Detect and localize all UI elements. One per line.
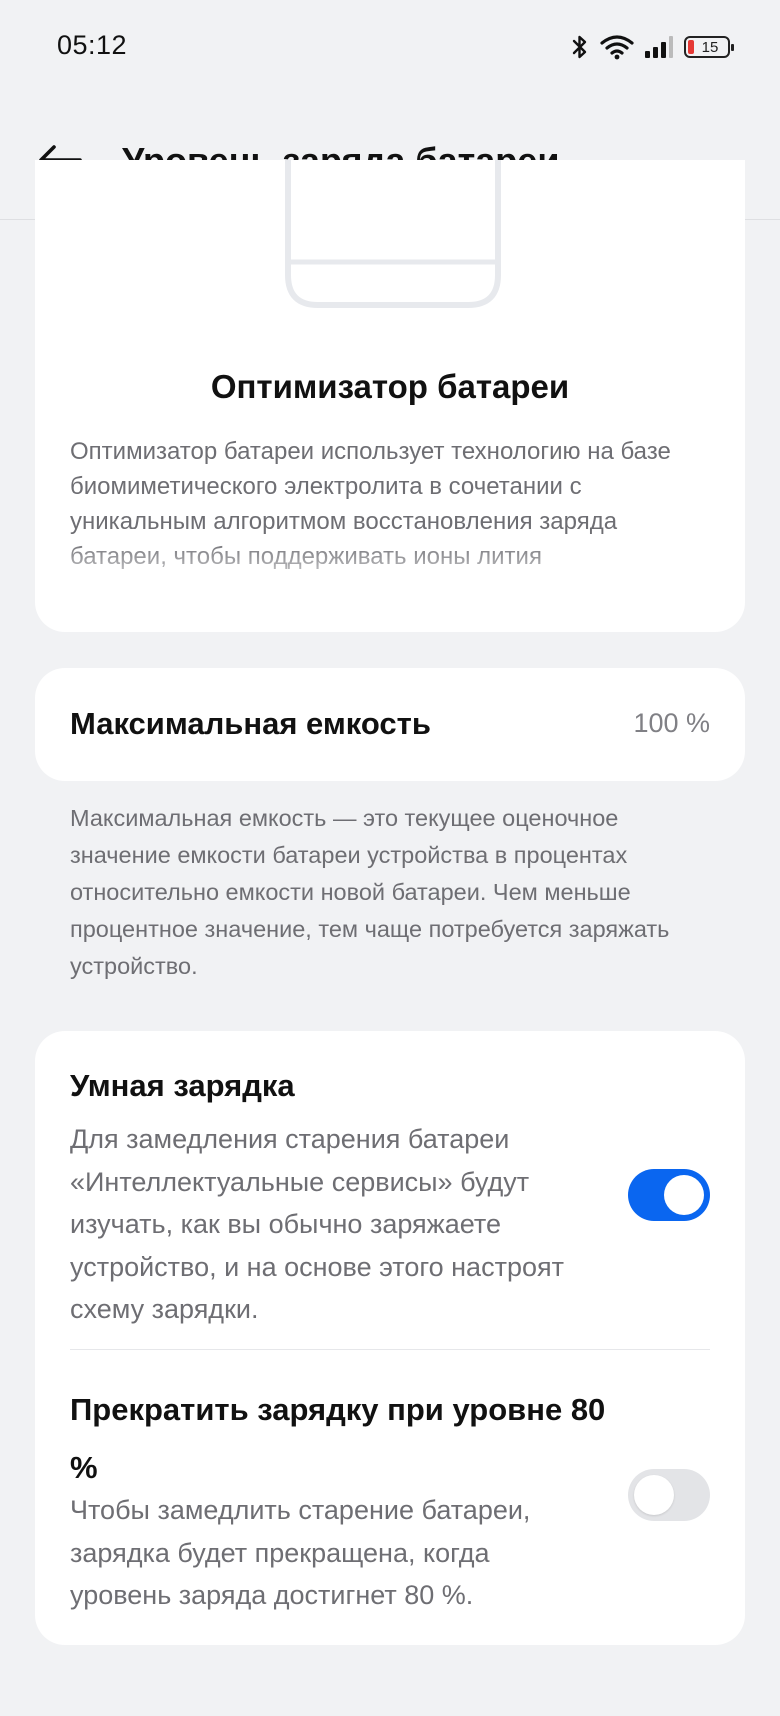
- fade-overlay: [35, 540, 745, 590]
- status-icons: 15: [570, 30, 734, 64]
- bluetooth-icon: [572, 35, 587, 59]
- signal-icon: [645, 36, 673, 58]
- smart-charging-description: Для замедления старения батареи «Интелле…: [70, 1124, 564, 1324]
- toggle-knob: [664, 1175, 704, 1215]
- battery-fill: [688, 40, 694, 54]
- optimizer-card: Оптимизатор батареи Оптимизатор батареи …: [35, 160, 745, 632]
- optimizer-title: Оптимизатор батареи: [210, 368, 570, 405]
- max-capacity-label: Максимальная емкость: [70, 706, 431, 741]
- phone-illustration: [285, 160, 501, 308]
- battery-level: 15: [701, 38, 719, 56]
- stop-charging-title: Прекратить зарядку при уровне 80 %: [70, 1392, 606, 1485]
- stop-charging-description: Чтобы замедлить старение батареи, зарядк…: [70, 1495, 531, 1610]
- smart-charging-title: Умная зарядка: [70, 1068, 295, 1103]
- wifi-icon: [600, 35, 634, 60]
- toggle-knob: [634, 1475, 674, 1515]
- status-bar: 05:12 15: [0, 0, 780, 96]
- divider: [70, 1349, 710, 1350]
- stop-charging-toggle[interactable]: [628, 1469, 710, 1521]
- max-capacity-note: Максимальная емкость — это текущее оцено…: [70, 805, 670, 979]
- screen: 05:12 15 Оптимизатор батареи Оптимизатор…: [0, 0, 780, 1716]
- status-time: 05:12: [57, 30, 128, 60]
- smart-charging-toggle[interactable]: [628, 1169, 710, 1221]
- battery-icon: 15: [684, 36, 734, 58]
- max-capacity-card[interactable]: Максимальная емкость 100 %: [35, 668, 745, 781]
- max-capacity-value: 100 %: [633, 708, 710, 738]
- charging-settings-card: Умная зарядка Для замедления старения ба…: [35, 1031, 745, 1645]
